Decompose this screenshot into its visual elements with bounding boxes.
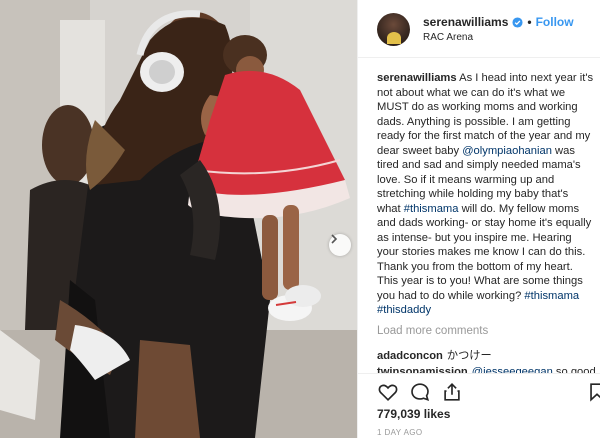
post-header: serenawilliams • Follow RAC Arena xyxy=(358,0,600,58)
likes-count[interactable]: 779,039 likes xyxy=(377,407,450,421)
avatar[interactable] xyxy=(377,13,410,46)
action-bar xyxy=(358,373,600,407)
post-caption: serenawilliams As I head into next year … xyxy=(377,71,594,318)
comment-text: かつけー xyxy=(446,350,492,362)
caption-username[interactable]: serenawilliams xyxy=(377,72,457,84)
carousel-next-button[interactable] xyxy=(329,234,351,256)
caption-hashtag-1[interactable]: #thismama xyxy=(404,203,459,215)
comment-item: adadconcon かつけー xyxy=(377,347,599,363)
post-timestamp[interactable]: 1 DAY AGO xyxy=(377,428,423,437)
location-link[interactable]: RAC Arena xyxy=(423,32,473,43)
caption-hashtag-2[interactable]: #thismama xyxy=(524,290,579,302)
post-photo[interactable] xyxy=(0,0,357,438)
caption-text-3: will do. My fellow moms and dads working… xyxy=(377,202,592,302)
comment-username[interactable]: adadconcon xyxy=(377,350,443,362)
share-icon[interactable] xyxy=(441,381,463,403)
bookmark-icon[interactable] xyxy=(586,381,600,403)
follow-button[interactable]: Follow xyxy=(536,15,574,29)
comment-icon[interactable] xyxy=(409,381,431,403)
load-more-comments-button[interactable]: Load more comments xyxy=(377,325,488,337)
header-username[interactable]: serenawilliams xyxy=(423,15,508,29)
header-username-row: serenawilliams • Follow xyxy=(423,15,574,29)
caption-mention[interactable]: @olympiaohanian xyxy=(462,145,552,157)
caption-hashtag-3[interactable]: #thisdaddy xyxy=(377,304,431,316)
heart-icon[interactable] xyxy=(377,381,399,403)
photo-illustration xyxy=(0,0,357,438)
verified-badge-icon xyxy=(512,16,523,28)
separator: • xyxy=(527,15,532,29)
post-side-panel: serenawilliams • Follow RAC Arena serena… xyxy=(357,0,600,438)
chevron-right-icon xyxy=(331,234,338,244)
